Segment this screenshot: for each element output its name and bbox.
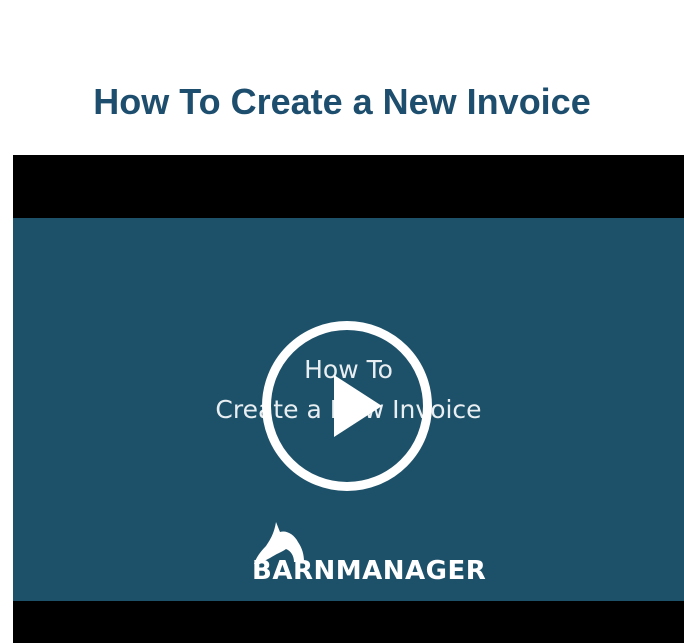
brand-logo: BARNMANAGER [246,518,486,588]
brand-name: BARNMANAGER [252,556,487,586]
video-player[interactable]: How To Create a New Invoice BARNMANAGER [13,155,684,643]
page: How To Create a New Invoice How To Creat… [0,0,684,643]
play-button[interactable] [262,321,432,491]
video-thumbnail[interactable]: How To Create a New Invoice BARNMANAGER [13,218,684,601]
play-icon [334,375,382,437]
page-title: How To Create a New Invoice [93,81,591,122]
